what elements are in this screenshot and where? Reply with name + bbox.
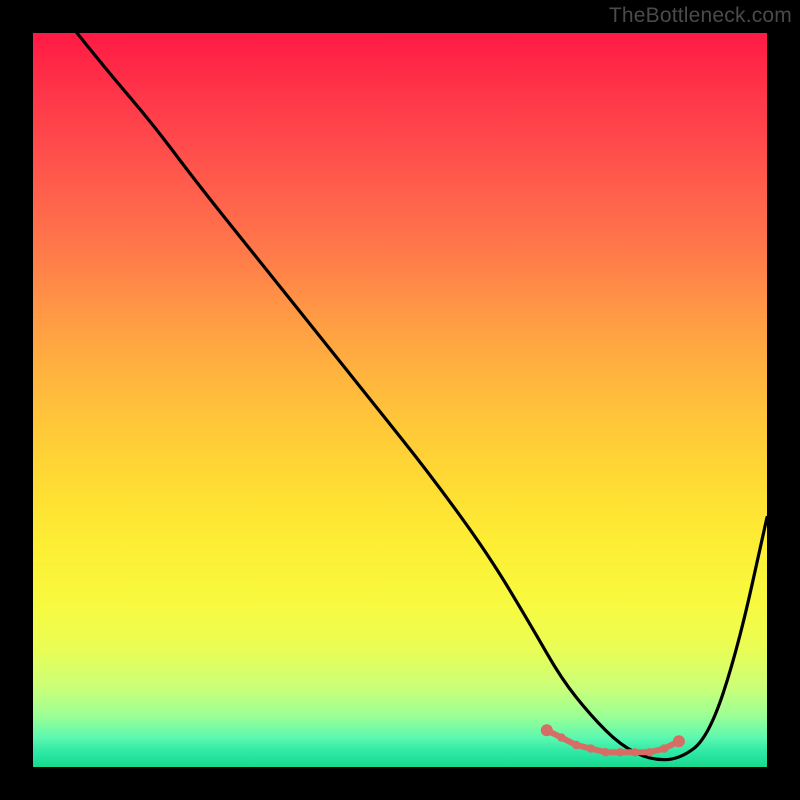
highlight-dot [601, 748, 609, 756]
highlight-dot [541, 724, 553, 736]
highlight-dot [557, 733, 565, 741]
highlight-dot [587, 744, 595, 752]
highlight-dot [673, 735, 685, 747]
watermark-text: TheBottleneck.com [609, 4, 792, 28]
curve-svg [33, 33, 767, 767]
highlight-dot [572, 741, 580, 749]
highlight-dot [660, 744, 668, 752]
bottleneck-curve-path [77, 33, 767, 760]
highlight-dot [631, 748, 639, 756]
highlight-dot [645, 748, 653, 756]
plot-area [33, 33, 767, 767]
bottom-highlight-markers [541, 724, 685, 756]
chart-frame: TheBottleneck.com [0, 0, 800, 800]
highlight-connector [547, 730, 679, 752]
highlight-dot [616, 748, 624, 756]
